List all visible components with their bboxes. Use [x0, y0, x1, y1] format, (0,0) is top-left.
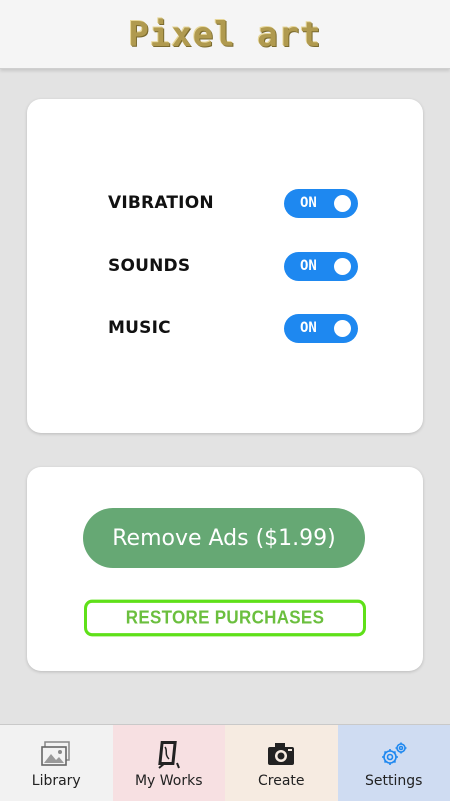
sounds-row: SOUNDS ON: [108, 251, 358, 281]
purchase-card: Remove Ads ($1.99) RESTORE PURCHASES: [27, 467, 423, 671]
tab-create[interactable]: Create: [225, 725, 338, 801]
vibration-toggle[interactable]: ON: [284, 189, 358, 218]
tab-my-works[interactable]: My Works: [113, 725, 226, 801]
restore-purchases-button[interactable]: RESTORE PURCHASES: [84, 600, 366, 637]
sounds-toggle[interactable]: ON: [284, 252, 358, 281]
app-logo: Pixel art: [128, 15, 321, 55]
settings-card: VIBRATION ON SOUNDS ON MUSIC ON: [27, 99, 423, 433]
music-toggle-state: ON: [300, 320, 317, 336]
toggle-knob: [334, 258, 351, 275]
music-row: MUSIC ON: [108, 313, 358, 343]
camera-icon: [266, 739, 296, 769]
tab-settings[interactable]: Settings: [338, 725, 450, 801]
vibration-toggle-state: ON: [300, 195, 317, 211]
sounds-label: SOUNDS: [108, 256, 190, 276]
bottom-tab-bar: Library My Works Create: [0, 724, 450, 801]
music-toggle[interactable]: ON: [284, 314, 358, 343]
app-header: Pixel art: [0, 0, 450, 69]
gears-icon: [379, 739, 409, 769]
remove-ads-button[interactable]: Remove Ads ($1.99): [83, 508, 365, 568]
gallery-icon: [40, 739, 72, 769]
sounds-toggle-state: ON: [300, 258, 317, 274]
tab-settings-label: Settings: [365, 773, 422, 789]
tab-my-works-label: My Works: [135, 773, 203, 789]
frame-icon: [155, 739, 183, 769]
tab-create-label: Create: [258, 773, 305, 789]
tab-library-label: Library: [32, 773, 81, 789]
vibration-label: VIBRATION: [108, 193, 214, 213]
tab-library[interactable]: Library: [0, 725, 113, 801]
vibration-row: VIBRATION ON: [108, 188, 358, 218]
toggle-knob: [334, 320, 351, 337]
toggle-knob: [334, 195, 351, 212]
music-label: MUSIC: [108, 318, 171, 338]
